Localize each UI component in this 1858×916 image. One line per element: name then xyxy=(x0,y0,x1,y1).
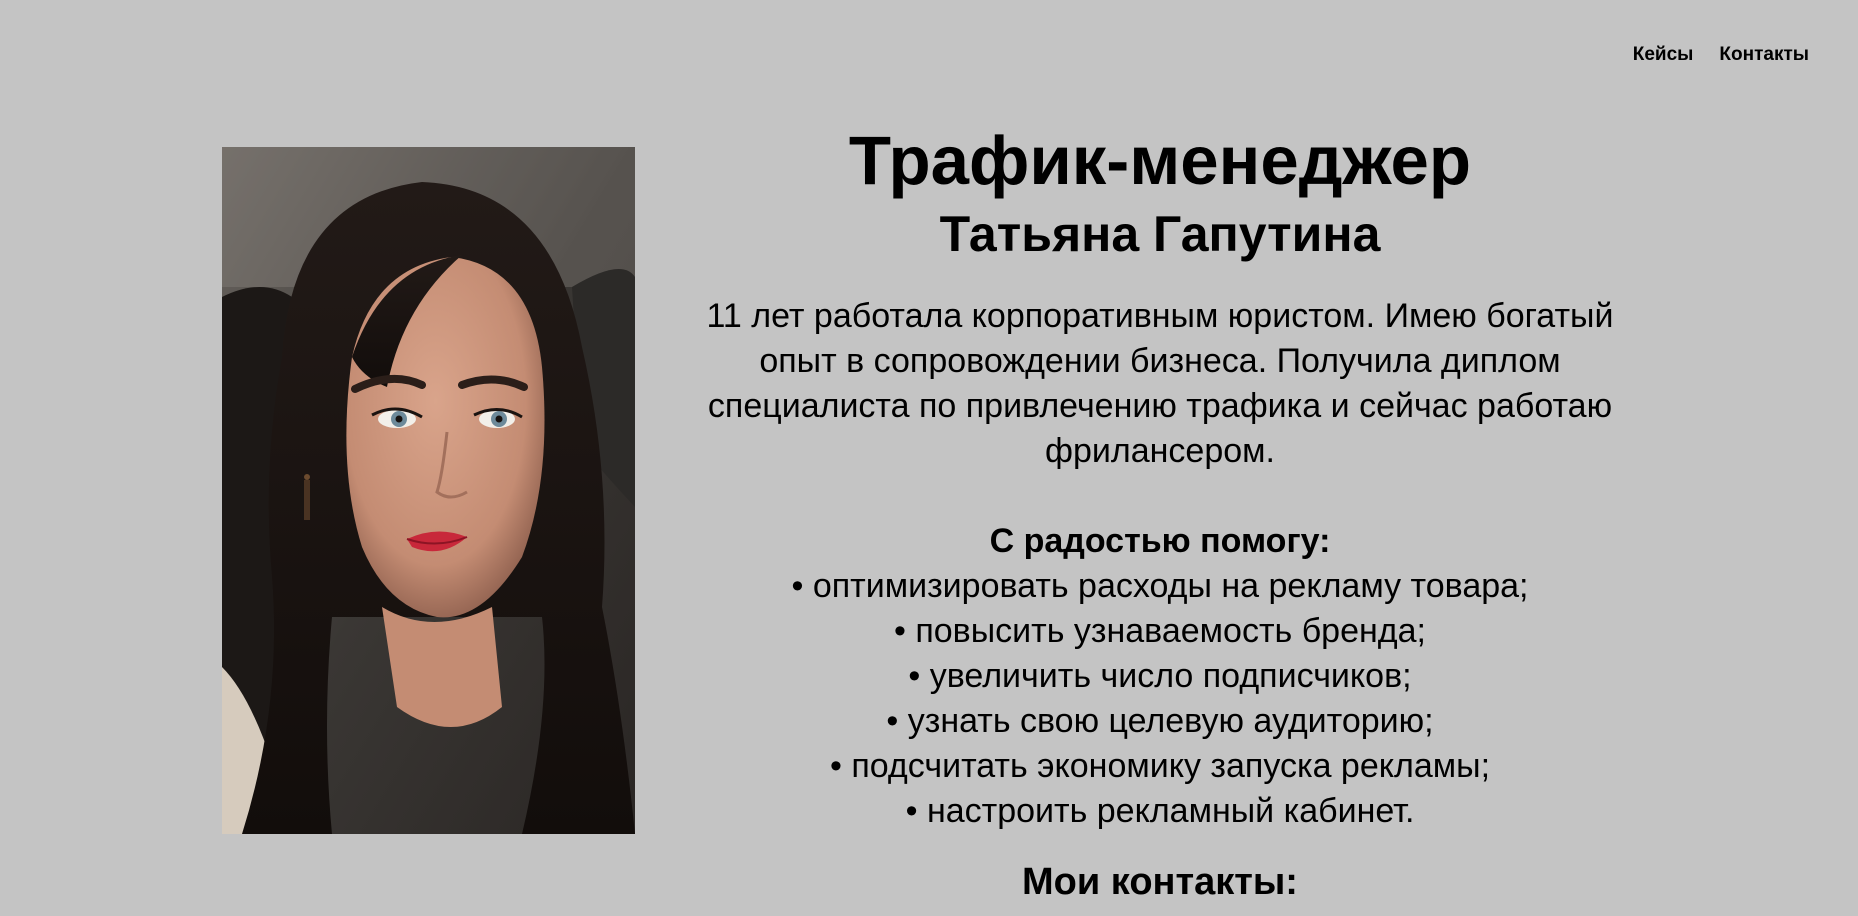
help-item: • оптимизировать расходы на рекламу това… xyxy=(791,567,1529,605)
top-nav: Кейсы Контакты xyxy=(1633,44,1809,66)
help-item: • увеличить число подписчиков; xyxy=(908,657,1412,695)
help-item: • повысить узнаваемость бренда; xyxy=(894,612,1426,650)
help-list: • оптимизировать расходы на рекламу това… xyxy=(680,564,1640,834)
help-item: • узнать свою целевую аудиторию; xyxy=(886,702,1434,740)
person-name: Татьяна Гапутина xyxy=(939,206,1381,262)
page-title: Трафик-менеджер xyxy=(848,122,1472,199)
landing-page: Кейсы Контакты Трафик-менеджер Татьяна Г… xyxy=(0,0,1858,916)
help-heading: С радостью помогу: xyxy=(989,522,1331,560)
nav-link-contacts[interactable]: Контакты xyxy=(1719,44,1809,66)
help-item: • настроить рекламный кабинет. xyxy=(905,792,1415,830)
help-item: • подсчитать экономику запуска рекламы; xyxy=(829,747,1491,785)
hero-content: Трафик-менеджер Татьяна Гапутина 11 лет … xyxy=(680,118,1640,905)
nav-link-cases[interactable]: Кейсы xyxy=(1633,44,1694,66)
bio-text: 11 лет работала корпоративным юристом. И… xyxy=(706,297,1614,470)
profile-photo xyxy=(222,147,635,834)
contacts-heading: Мои контакты: xyxy=(1022,861,1298,903)
